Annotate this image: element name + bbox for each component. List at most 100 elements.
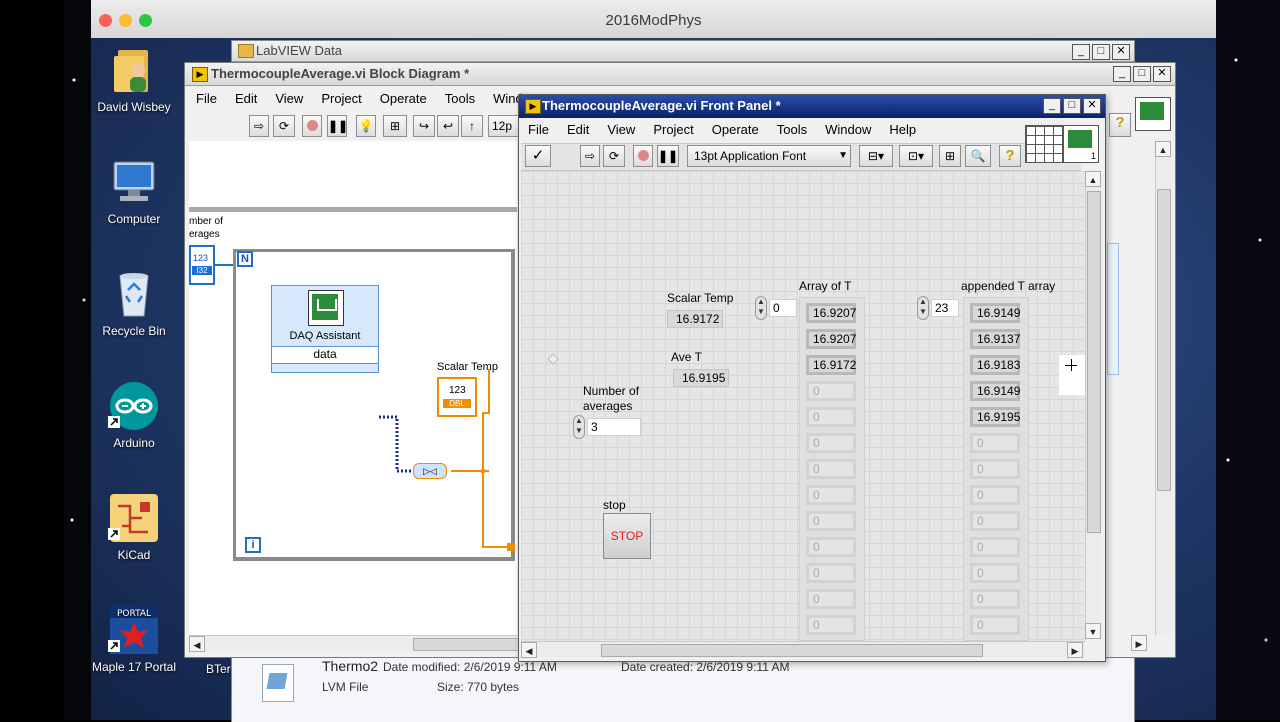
number-of-averages-label: Number of averages	[583, 384, 640, 413]
scroll-right-icon[interactable]: ▶	[1067, 642, 1083, 658]
array-cell: 0	[970, 485, 1020, 505]
array-cell: 16.9183	[970, 355, 1020, 375]
front-panel-h-scrollbar[interactable]: ◀ ▶	[521, 641, 1085, 658]
scalar-temp-indicator: 16.9172	[667, 310, 723, 328]
minimize-icon[interactable]: _	[1072, 44, 1090, 60]
scroll-thumb[interactable]	[413, 638, 519, 651]
close-icon[interactable]: ✕	[1112, 44, 1130, 60]
scroll-thumb[interactable]	[601, 644, 983, 657]
maximize-icon[interactable]: □	[1063, 98, 1081, 114]
desktop-icon-recycle-bin[interactable]: Recycle Bin	[89, 268, 179, 338]
minimize-icon[interactable]: _	[1043, 98, 1061, 114]
scroll-down-icon[interactable]: ▼	[1085, 623, 1101, 639]
menu-file[interactable]: File	[519, 122, 558, 137]
number-of-averages-stepper[interactable]: ▲ ▼	[573, 415, 585, 439]
array-cell: 0	[970, 537, 1020, 557]
block-diagram-v-scrollbar[interactable]: ▲	[1155, 141, 1171, 635]
scroll-up-icon[interactable]: ▲	[1085, 171, 1101, 187]
menu-view[interactable]: View	[266, 91, 312, 106]
scroll-up-icon[interactable]: ▲	[1155, 141, 1171, 157]
mac-window-title: 2016ModPhys	[605, 12, 702, 29]
run-button[interactable]: ⇨	[580, 145, 600, 167]
panel-origin-marker	[547, 353, 559, 365]
block-diagram-h-scrollbar[interactable]: ◀	[189, 635, 519, 652]
desktop-icon-label: Computer	[107, 212, 161, 226]
array-cell: 16.9149	[970, 303, 1020, 323]
array-of-t-index-input[interactable]: 0	[769, 299, 797, 317]
desktop-icon-kicad[interactable]: KiCad	[89, 492, 179, 562]
run-continuously-button[interactable]: ⟳	[273, 115, 295, 137]
step-over-icon[interactable]: ↩	[437, 115, 459, 137]
context-help-icon[interactable]: ?	[1109, 113, 1131, 137]
menu-file[interactable]: File	[187, 91, 226, 106]
file-details-pane: Thermo2 Date modified: 2/6/2019 9:11 AM …	[232, 653, 1134, 722]
file-date-created: Date created: 2/6/2019 9:11 AM	[621, 660, 790, 674]
resize-objects-icon[interactable]: ⊞	[939, 145, 961, 167]
menu-project[interactable]: Project	[312, 91, 370, 106]
scroll-thumb[interactable]	[1157, 189, 1171, 491]
appended-t-array-index-input[interactable]: 23	[931, 299, 959, 317]
array-cell: 16.9207	[806, 303, 856, 323]
menu-operate[interactable]: Operate	[703, 122, 768, 137]
desktop-icon-arduino[interactable]: Arduino	[89, 380, 179, 450]
abort-button[interactable]	[633, 145, 653, 167]
run-button[interactable]: ⇨	[249, 115, 269, 137]
pause-button[interactable]: ❚❚	[657, 145, 679, 167]
labview-data-title: LabVIEW Data	[256, 43, 342, 58]
highlight-execution-icon[interactable]: 💡	[356, 115, 376, 137]
stop-button[interactable]: STOP	[603, 513, 651, 559]
run-continuously-button[interactable]: ⟳	[603, 145, 625, 167]
array-cell: 0	[806, 485, 856, 505]
close-icon[interactable]: ✕	[1083, 98, 1101, 114]
block-diagram-canvas[interactable]: mber of erages 123 I32 N i DAQ Assistant…	[189, 141, 517, 635]
convert-from-dynamic-data-node[interactable]: ▷◁	[413, 463, 447, 479]
align-objects-icon[interactable]: ⊟▾	[859, 145, 893, 167]
maximize-icon[interactable]: □	[1133, 66, 1151, 82]
step-into-icon[interactable]: ↪	[413, 115, 435, 137]
distribute-objects-icon[interactable]: ⊡▾	[899, 145, 933, 167]
ave-t-indicator: 16.9195	[673, 369, 729, 387]
array-cell: 0	[970, 433, 1020, 453]
maximize-icon[interactable]: □	[1092, 44, 1110, 60]
folder-icon	[238, 44, 254, 58]
menu-project[interactable]: Project	[644, 122, 702, 137]
menu-edit[interactable]: Edit	[226, 91, 266, 106]
retain-wire-values-icon[interactable]: ⊞	[383, 115, 407, 137]
scalar-temp-terminal[interactable]: 123 DBL	[437, 377, 477, 417]
number-of-averages-input[interactable]: 3	[587, 418, 641, 436]
font-selector-dropdown[interactable]: 13pt Application Font ▼	[687, 145, 851, 167]
menu-help[interactable]: Help	[880, 122, 925, 137]
scroll-right-area: ▶	[1121, 635, 1155, 651]
menu-window[interactable]: Window	[816, 122, 880, 137]
front-panel-v-scrollbar[interactable]: ▲ ▼	[1085, 171, 1101, 639]
desktop-icon-maple[interactable]: PORTAL Maple 17 Portal	[89, 604, 179, 674]
scroll-left-icon[interactable]: ◀	[521, 642, 537, 658]
checkmark-icon[interactable]: ✓	[525, 145, 551, 167]
abort-button[interactable]	[302, 115, 322, 137]
scroll-thumb[interactable]	[1087, 191, 1101, 533]
menu-view[interactable]: View	[598, 122, 644, 137]
recycle-bin-icon	[108, 268, 160, 320]
minimize-icon[interactable]: _	[1113, 66, 1131, 82]
step-out-icon[interactable]: ↑	[461, 115, 483, 137]
desktop-icon-user[interactable]: David Wisbey	[89, 44, 179, 114]
desktop-icon-computer[interactable]: Computer	[89, 156, 179, 226]
menu-edit[interactable]: Edit	[558, 122, 598, 137]
front-panel-canvas[interactable]: Scalar Temp 16.9172 Ave T 16.9195 Number…	[521, 171, 1085, 641]
close-icon[interactable]: ✕	[1153, 66, 1171, 82]
block-diagram-titlebar: ▶ ThermocoupleAverage.vi Block Diagram *…	[185, 63, 1175, 86]
vi-icon[interactable]: 1	[1063, 125, 1099, 163]
appended-t-array-index-stepper[interactable]: ▲ ▼	[917, 296, 929, 320]
menu-tools[interactable]: Tools	[436, 91, 484, 106]
scroll-right-icon[interactable]: ▶	[1131, 635, 1147, 651]
menu-tools[interactable]: Tools	[768, 122, 816, 137]
scroll-left-icon[interactable]: ◀	[189, 636, 205, 652]
front-panel-title: ThermocoupleAverage.vi Front Panel *	[542, 98, 781, 113]
context-help-icon[interactable]: ?	[999, 145, 1021, 167]
array-cell: 0	[806, 511, 856, 531]
array-of-t-index-stepper[interactable]: ▲ ▼	[755, 296, 767, 320]
pause-button[interactable]: ❚❚	[327, 115, 348, 137]
menu-operate[interactable]: Operate	[371, 91, 436, 106]
connector-pane-icon[interactable]	[1025, 125, 1063, 163]
search-icon[interactable]: 🔍	[965, 145, 991, 167]
